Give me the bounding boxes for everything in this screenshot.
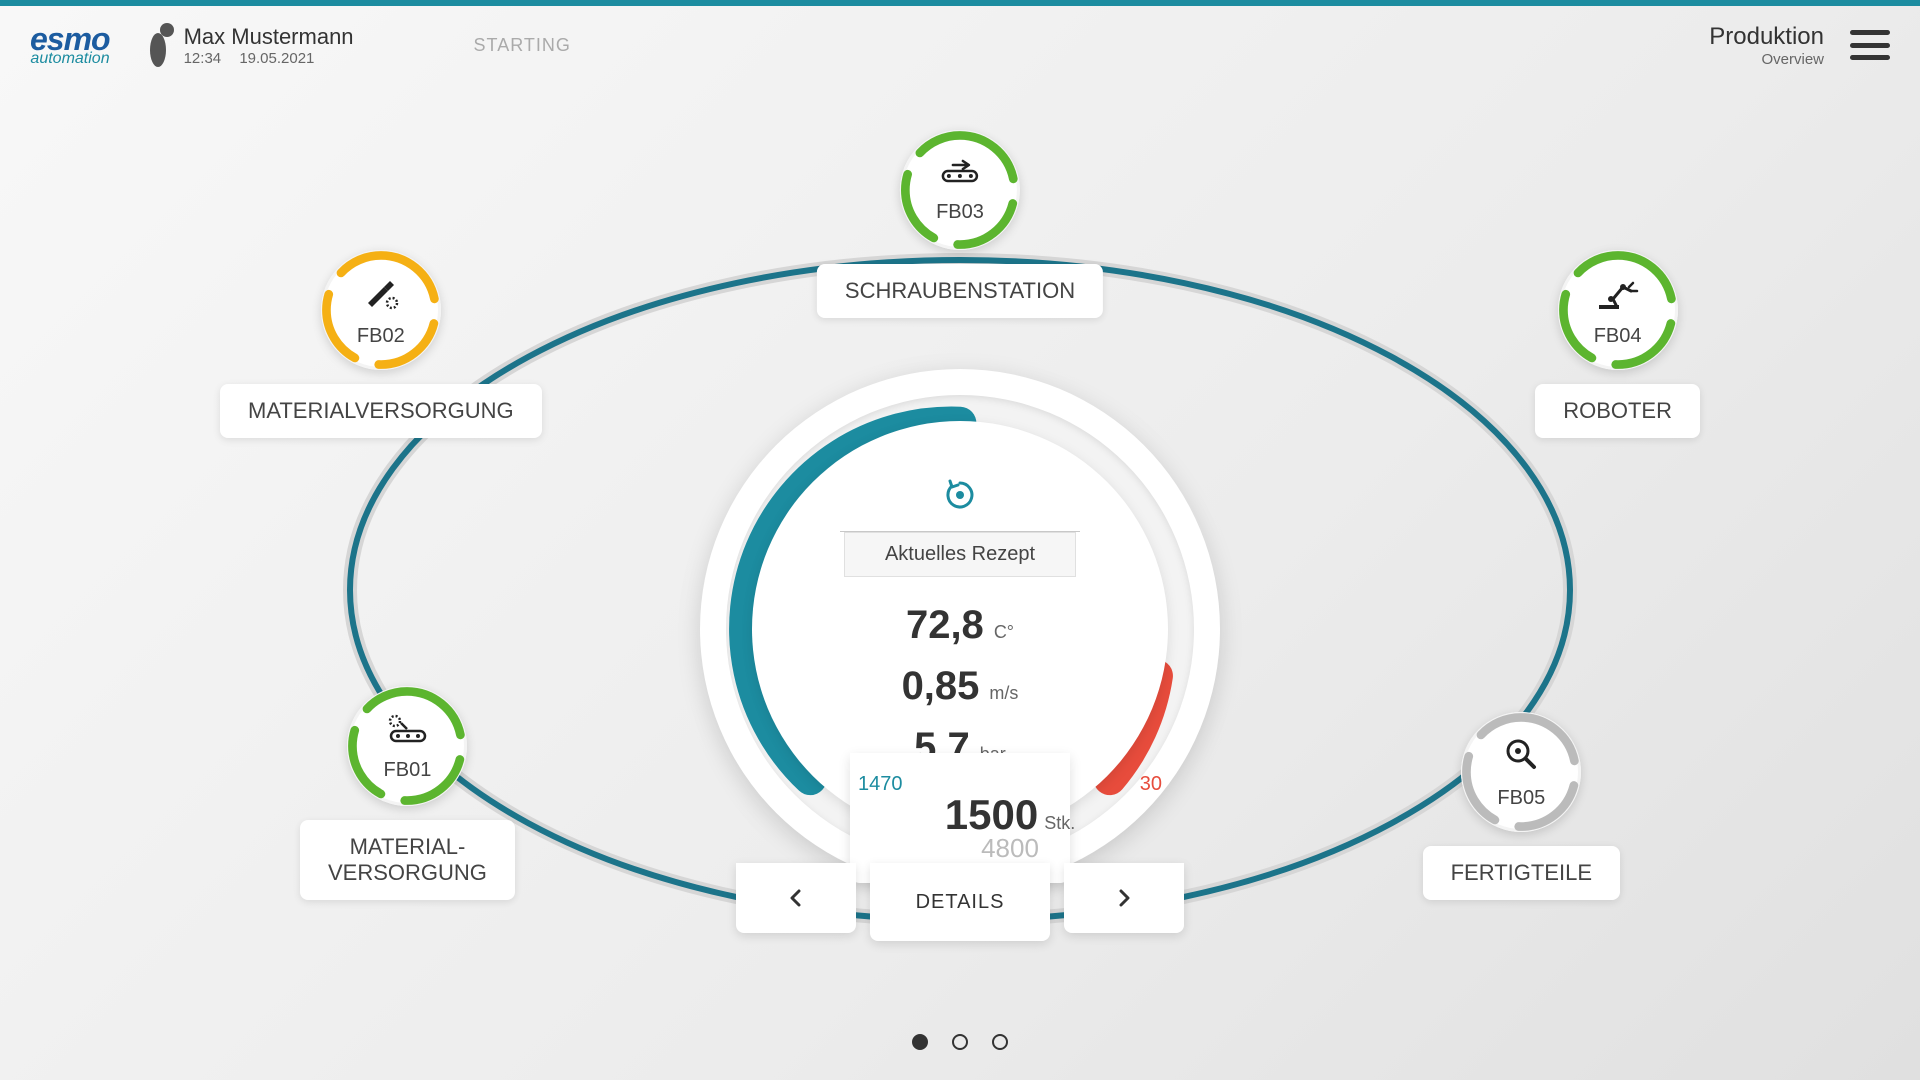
pager [912, 1034, 1008, 1050]
next-button[interactable] [1064, 863, 1184, 933]
chevron-right-icon [1113, 887, 1135, 909]
count-target: 4800 [850, 833, 1170, 864]
page-subtitle: Overview [1709, 51, 1824, 68]
count-total: 1500Stk. [945, 791, 1075, 839]
pager-dot-1[interactable] [952, 1034, 968, 1050]
station-fb03[interactable]: FB03 SCHRAUBENSTATION [817, 130, 1103, 318]
header: esmo automation Max Mustermann 12:34 19.… [0, 6, 1920, 84]
user-icon [150, 23, 184, 67]
station-fb01[interactable]: FB01 MATERIAL- VERSORGUNG [300, 686, 515, 900]
logo-sub: automation [30, 51, 110, 67]
count-bad: 30 [1140, 773, 1162, 796]
menu-icon[interactable] [1850, 30, 1890, 60]
page-title: Produktion [1709, 23, 1824, 51]
user-block: Max Mustermann 12:34 19.05.2021 [184, 24, 354, 67]
clock-time: 12:34 [184, 50, 222, 67]
user-name: Max Mustermann [184, 24, 354, 50]
count-good: 1470 [858, 773, 903, 796]
recipe-label[interactable]: Aktuelles Rezept [844, 532, 1076, 577]
station-fb04[interactable]: FB04 ROBOTER [1535, 250, 1700, 438]
pager-dot-0[interactable] [912, 1034, 928, 1050]
system-status: STARTING [474, 35, 571, 56]
metric-temperature: 72,8 C° [906, 603, 1014, 648]
details-button[interactable]: DETAILS [870, 863, 1050, 941]
station-fb05[interactable]: FB05 FERTIGTEILE [1423, 712, 1620, 900]
station-label: ROBOTER [1535, 384, 1700, 438]
center-dial: Aktuelles Rezept 72,8 C° 0,85 m/s 5,7 ba… [700, 369, 1220, 889]
clock-date: 19.05.2021 [239, 50, 314, 67]
station-fb02[interactable]: FB02 MATERIALVERSORGUNG [220, 250, 542, 438]
pager-dot-2[interactable] [992, 1034, 1008, 1050]
metric-speed: 0,85 m/s [902, 664, 1019, 709]
prev-button[interactable] [736, 863, 856, 933]
recipe-cycle-icon [942, 477, 978, 521]
stage: FB03 SCHRAUBENSTATION FB02 MATERIALVERSO… [0, 100, 1920, 1080]
station-label: MATERIALVERSORGUNG [220, 384, 542, 438]
page-title-block: Produktion Overview [1709, 23, 1824, 68]
station-label: FERTIGTEILE [1423, 846, 1620, 900]
logo: esmo automation [30, 23, 110, 67]
chevron-left-icon [785, 887, 807, 909]
station-label: SCHRAUBENSTATION [817, 264, 1103, 318]
station-label: MATERIAL- VERSORGUNG [300, 820, 515, 900]
